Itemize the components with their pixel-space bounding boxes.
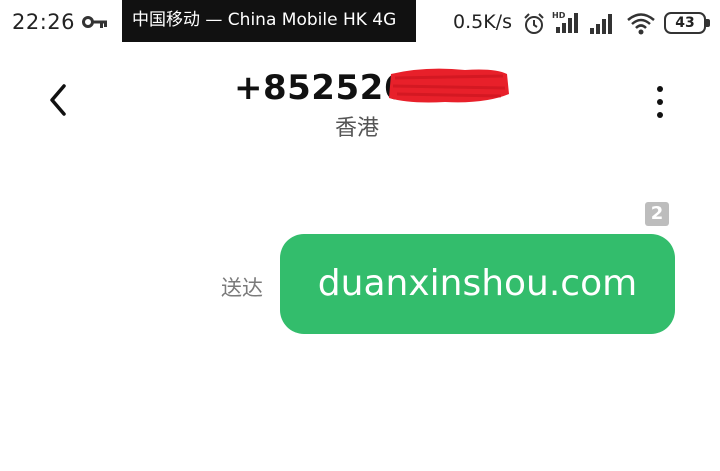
more-vertical-icon[interactable]	[650, 84, 670, 120]
chevron-left-icon[interactable]	[42, 80, 74, 120]
status-time: 22:26	[12, 10, 76, 34]
carrier-banner: 中国移动 — China Mobile HK 4G	[122, 0, 416, 42]
signal-hd-label: HD	[552, 11, 566, 20]
contact-region: 香港	[335, 116, 380, 141]
battery-level: 43	[664, 12, 706, 34]
contact-number: +852526	[234, 68, 408, 108]
network-speed: 0.5K/s	[453, 11, 512, 33]
delivery-status: 送达	[221, 276, 263, 300]
alarm-icon	[524, 13, 544, 34]
message-text: duanxinshou.com	[317, 263, 638, 304]
redaction-mark	[389, 68, 509, 103]
message-bubble[interactable]: duanxinshou.com	[280, 234, 675, 334]
status-bar: 22:26 中国移动 — China Mobile HK 4G 0.5K/s H…	[0, 0, 720, 46]
wifi-icon	[627, 13, 655, 35]
signal-icon	[590, 14, 612, 34]
key-icon	[82, 16, 107, 28]
signal-icon: HD	[552, 11, 578, 33]
battery-icon: 43	[664, 12, 710, 34]
sim-slot-badge: 2	[645, 202, 669, 226]
